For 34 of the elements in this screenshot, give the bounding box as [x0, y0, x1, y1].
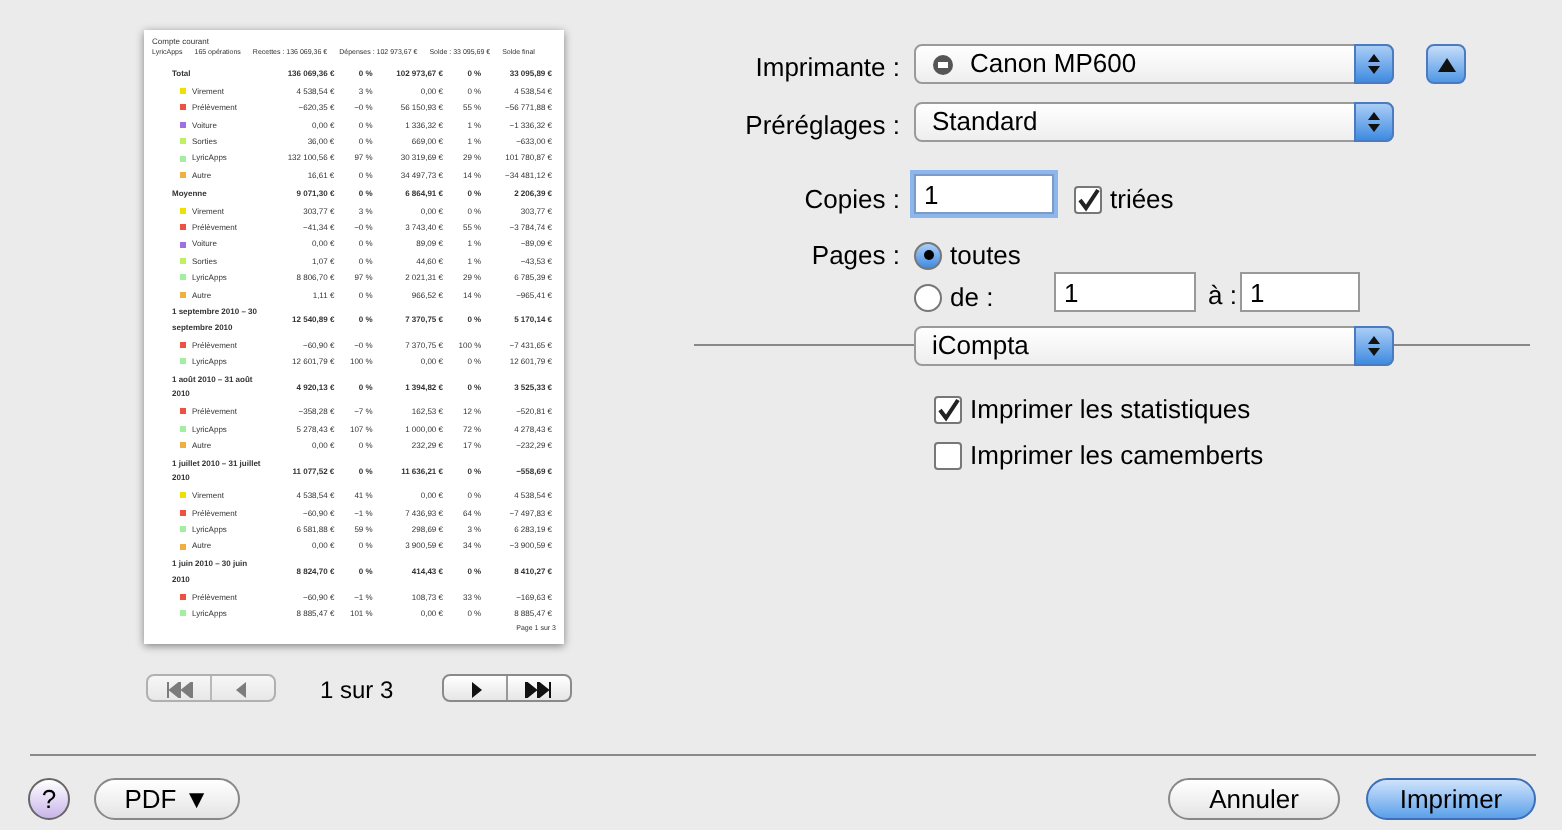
pdf-button[interactable]: PDF ▼ — [94, 778, 240, 820]
printer-icon — [932, 53, 954, 75]
checkbox-label: Imprimer les statistiques — [970, 392, 1251, 428]
section-popup[interactable]: iCompta — [914, 326, 1394, 366]
presets-popup[interactable]: Standard — [914, 102, 1394, 142]
cancel-button[interactable]: Annuler — [1168, 778, 1340, 820]
field-label: Copies : — [804, 182, 900, 218]
stepper-arrows-icon — [1366, 334, 1382, 358]
printer-popup[interactable]: Canon MP600 — [914, 44, 1394, 84]
stepper-arrows-icon — [1366, 52, 1382, 76]
radio-label: toutes — [950, 238, 1021, 274]
print-button[interactable]: Imprimer — [1366, 778, 1536, 820]
help-button[interactable]: ? — [28, 778, 70, 820]
field-label: Préréglages : — [745, 108, 900, 144]
page-indicator: 1 sur 3 — [320, 674, 394, 708]
field-label: Imprimante : — [755, 50, 900, 86]
copies-field[interactable]: 1 — [914, 174, 1054, 214]
field-label: Pages : — [811, 238, 900, 274]
disclosure-button[interactable] — [1426, 44, 1466, 84]
up-triangle-icon — [1437, 57, 1455, 71]
checkbox-label: triées — [1110, 182, 1174, 218]
stepper-arrows-icon — [1366, 110, 1382, 134]
skip-to-start-icon — [165, 682, 193, 698]
to-page-field[interactable]: 1 — [1240, 272, 1360, 312]
radio-button[interactable] — [914, 241, 942, 270]
checkbox-label: Imprimer les camemberts — [970, 438, 1264, 474]
field-label: à : — [1208, 278, 1237, 314]
radio-label: de : — [950, 280, 994, 316]
skip-to-end-icon — [524, 682, 553, 698]
checkbox[interactable] — [934, 395, 962, 424]
radio-button[interactable] — [914, 283, 942, 312]
checkbox[interactable] — [1074, 185, 1102, 214]
from-page-field[interactable]: 1 — [1054, 272, 1196, 312]
checkbox[interactable] — [934, 441, 962, 470]
